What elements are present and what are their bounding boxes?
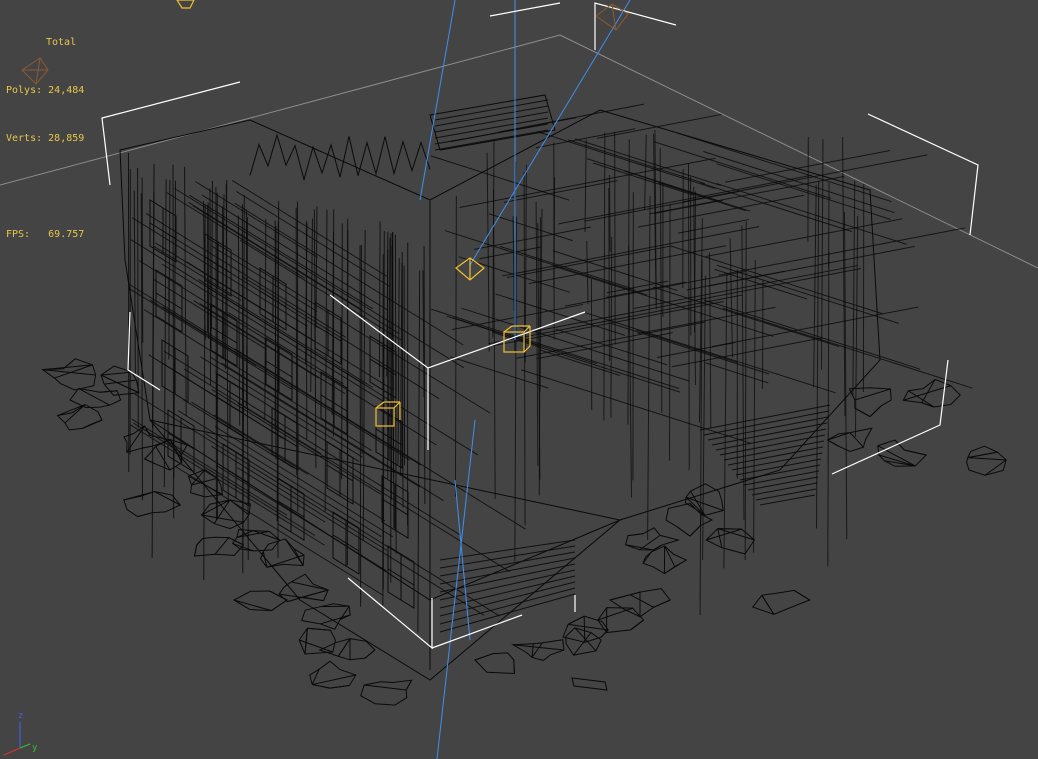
rock-mesh[interactable]: [877, 439, 928, 467]
viewport-statistics: Total Polys: 24,484 Verts: 28,859 FPS: 6…: [6, 3, 84, 275]
axis-tripod-icon: [3, 722, 31, 756]
fps-value: 69.757: [48, 229, 85, 240]
rock-mesh[interactable]: [41, 358, 97, 391]
rock-mesh[interactable]: [511, 639, 565, 661]
rock-mesh[interactable]: [193, 536, 245, 557]
rock-mesh[interactable]: [278, 573, 329, 603]
rock-mesh[interactable]: [69, 387, 122, 409]
verts-row: Verts: 28,859: [6, 131, 84, 147]
rock-mesh[interactable]: [100, 365, 140, 396]
axis-y-label: y: [32, 743, 38, 753]
camera-icons[interactable]: [21, 3, 629, 85]
rock-mesh[interactable]: [625, 527, 681, 551]
fps-label: FPS:: [6, 229, 31, 240]
light-gizmo-icon[interactable]: [455, 257, 485, 281]
wireframe-scene[interactable]: [0, 0, 1038, 759]
perspective-viewport[interactable]: Total Polys: 24,484 Verts: 28,859 FPS: 6…: [0, 0, 1038, 759]
rock-mesh[interactable]: [298, 627, 336, 655]
verts-label: Verts:: [6, 133, 43, 144]
polys-value: 24,484: [48, 85, 85, 96]
grid-line: [559, 34, 1038, 269]
rock-mesh[interactable]: [259, 538, 305, 568]
stats-title: Total: [46, 37, 77, 48]
polys-label: Polys:: [6, 85, 43, 96]
rock-mesh[interactable]: [309, 660, 357, 689]
rock-mesh[interactable]: [684, 483, 724, 516]
rock-mesh[interactable]: [705, 528, 756, 555]
rock-mesh[interactable]: [752, 589, 811, 615]
polys-row: Polys: 24,484: [6, 83, 84, 99]
rock-mesh[interactable]: [318, 638, 376, 661]
rock-mesh[interactable]: [474, 652, 515, 674]
rock-mesh[interactable]: [360, 679, 413, 706]
light-gizmo-icon[interactable]: [176, 0, 195, 9]
rock-mesh[interactable]: [562, 615, 609, 643]
rock-mesh[interactable]: [56, 403, 103, 431]
rock-mesh[interactable]: [966, 445, 1007, 476]
verts-value: 28,859: [48, 133, 85, 144]
stats-gap: [6, 179, 84, 195]
rock-mesh[interactable]: [902, 378, 961, 408]
rock-mesh[interactable]: [665, 502, 713, 537]
nameplate-object: [571, 677, 608, 691]
rock-mesh[interactable]: [826, 427, 873, 453]
rock-mesh[interactable]: [597, 607, 645, 634]
axis-z-label: z: [18, 711, 24, 721]
fps-row: FPS: 69.757: [6, 227, 84, 243]
